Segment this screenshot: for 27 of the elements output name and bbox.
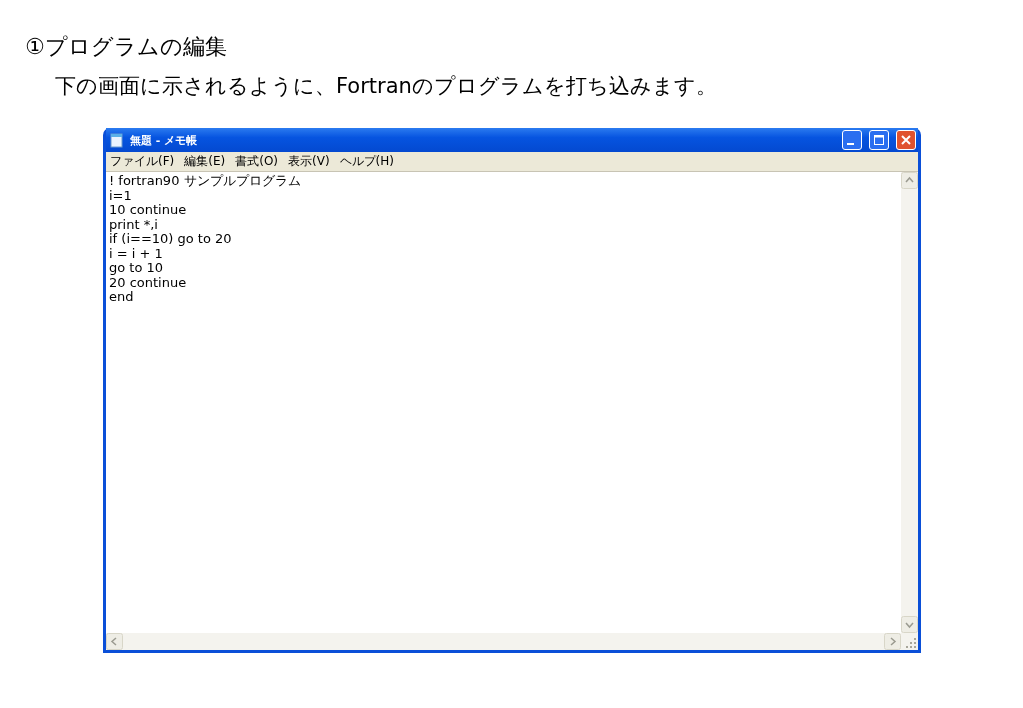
horizontal-scrollbar[interactable] <box>106 633 918 650</box>
code-line: if (i==10) go to 20 <box>109 232 233 247</box>
code-line: ! fortran90 サンプルプログラム <box>109 174 302 189</box>
minimize-icon <box>847 142 854 145</box>
close-button[interactable] <box>896 130 916 150</box>
code-line: end <box>109 290 135 305</box>
vertical-scrollbar[interactable] <box>901 172 918 633</box>
window-title: 無題 - メモ帳 <box>130 132 198 148</box>
maximize-button[interactable] <box>869 130 889 150</box>
minimize-button[interactable] <box>842 130 862 150</box>
menu-item[interactable]: ヘルプ(H) <box>339 153 394 170</box>
code-line: print *,i <box>109 217 159 232</box>
section-heading: ①プログラムの編集 <box>25 33 227 61</box>
close-icon <box>901 135 911 145</box>
code-line: go to 10 <box>109 261 165 276</box>
code-line: i=1 <box>109 188 133 203</box>
text-area[interactable]: ! fortran90 サンプルプログラム i=1 10 continue print *,i if (i==10) go to 20 i = i + 1 go to 10 20 continue end <box>106 172 918 650</box>
code-line: 10 continue <box>109 203 188 218</box>
instruction-text: 下の画面に示されるように、Fortranのプログラムを打ち込みます。 <box>55 73 717 100</box>
notepad-icon <box>109 132 125 148</box>
menu-item[interactable]: ファイル(F) <box>110 153 175 170</box>
menu-item[interactable]: 編集(E) <box>184 153 226 170</box>
code-line: 20 continue <box>109 275 188 290</box>
menu-item[interactable]: 書式(O) <box>235 153 279 170</box>
code-line: i = i + 1 <box>109 246 164 261</box>
menu-item[interactable]: 表示(V) <box>288 153 330 170</box>
maximize-icon <box>874 135 884 145</box>
